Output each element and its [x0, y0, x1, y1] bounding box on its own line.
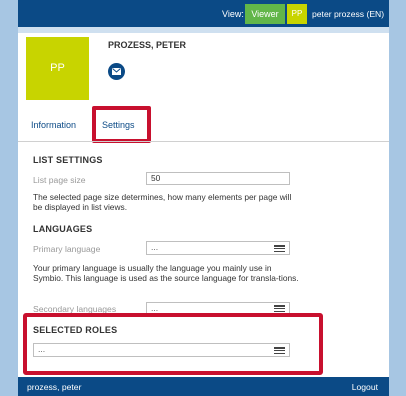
tabs-divider	[18, 141, 389, 142]
selected-roles-title: SELECTED ROLES	[33, 325, 118, 335]
selected-roles-value: ...	[38, 344, 46, 354]
person-name: PROZESS, PETER	[108, 40, 187, 50]
page-size-help: The selected page size determines, how m…	[33, 192, 292, 212]
primary-language-value: ...	[151, 242, 159, 252]
secondary-languages-value: ...	[151, 303, 159, 313]
primary-language-label: Primary language	[33, 244, 101, 254]
list-settings-title: LIST SETTINGS	[33, 155, 103, 165]
footer-bar: prozess, peter Logout	[18, 377, 389, 396]
languages-title: LANGUAGES	[33, 224, 93, 234]
primary-language-help: Your primary language is usually the lan…	[33, 263, 299, 283]
view-label: View:	[222, 9, 244, 19]
page-size-label: List page size	[33, 175, 86, 185]
page-size-input[interactable]: 50	[146, 172, 290, 185]
logout-link[interactable]: Logout	[352, 382, 378, 392]
user-avatar-small[interactable]: PP	[287, 4, 307, 24]
viewer-mode-button[interactable]: Viewer	[245, 4, 285, 24]
list-icon[interactable]	[274, 305, 285, 313]
primary-language-select[interactable]: ...	[146, 241, 290, 255]
footer-user-name: prozess, peter	[27, 382, 82, 392]
selected-roles-select[interactable]: ...	[33, 343, 290, 357]
tab-information[interactable]: Information	[31, 120, 76, 130]
user-settings-panel: View: Viewer PP peter prozess (EN) PP PR…	[18, 0, 389, 396]
top-bar: View: Viewer PP peter prozess (EN)	[18, 0, 389, 27]
list-icon[interactable]	[274, 245, 285, 253]
current-user-menu[interactable]: peter prozess (EN)	[312, 9, 384, 19]
avatar: PP	[26, 37, 89, 100]
list-icon[interactable]	[274, 347, 285, 355]
header-band	[18, 27, 389, 33]
tab-settings[interactable]: Settings	[102, 120, 135, 130]
envelope-icon[interactable]	[108, 63, 125, 80]
